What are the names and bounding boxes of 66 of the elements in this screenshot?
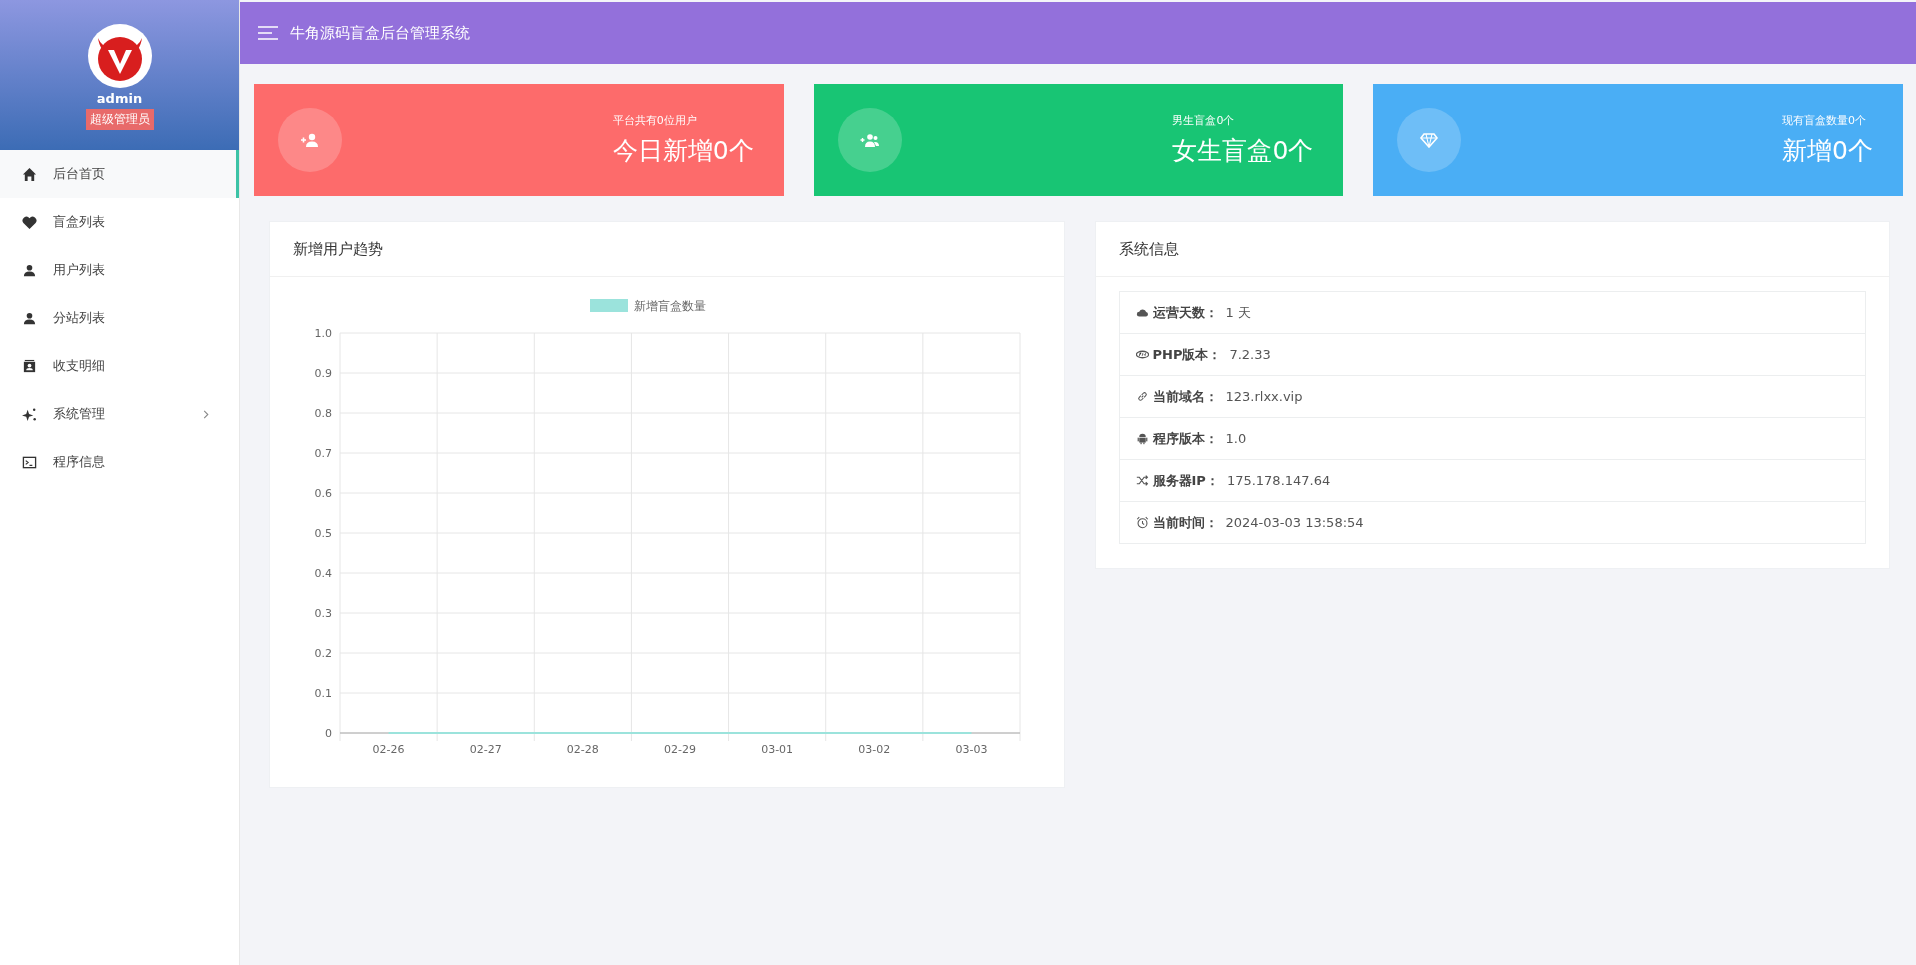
y-tick-label: 0.8 [314,407,332,420]
info-value: 1 天 [1225,303,1251,322]
alarm-clock-icon [1135,516,1149,529]
y-tick-label: 1.0 [314,327,332,340]
info-value: 1.0 [1225,431,1247,446]
android-icon [1135,432,1149,445]
role-badge: 超级管理员 [85,109,154,130]
user-name: admin [96,91,143,106]
cloud-icon [1135,306,1149,319]
sidebar-item[interactable]: 程序信息 [0,438,239,486]
shuffle-icon [1135,474,1149,487]
y-tick-label: 0.1 [314,687,332,700]
person-icon [22,262,37,278]
y-tick-label: 0.4 [314,567,332,580]
info-label: 当前域名： [1152,387,1218,406]
link-icon [1135,390,1149,403]
chevron-icon [203,409,209,419]
x-tick-label: 02-29 [664,743,696,756]
contact-card-icon [22,358,37,374]
stat-value: 今日新增0个 [612,135,754,167]
person-icon [22,310,37,326]
bull-logo-icon [87,24,152,88]
stat-value: 女生盲盒0个 [1172,135,1314,167]
sparkles-icon [22,406,37,422]
info-value: 175.178.147.64 [1226,473,1331,488]
x-tick-label: 02-27 [469,743,502,756]
sidebar-item[interactable]: 系统管理 [0,390,239,438]
info-value: 2024-03-03 13:58:54 [1225,515,1364,530]
sidebar-item[interactable]: 后台首页 [0,150,239,198]
y-tick-label: 0.3 [314,607,332,620]
info-label: 当前时间： [1152,513,1218,532]
panel-title: 新增用户趋势 [270,222,1064,277]
x-tick-label: 03-01 [761,743,794,756]
stat-caption: 男生盲盒0个 [1172,113,1236,128]
y-tick-label: 0.7 [314,447,332,460]
info-value: 123.rlxx.vip [1225,389,1303,404]
info-value: 7.2.33 [1229,347,1271,362]
app-title: 牛角源码盲盒后台管理系统 [290,23,470,43]
stat-value: 新增0个 [1782,135,1873,167]
sidebar-item[interactable]: 收支明细 [0,342,239,390]
x-tick-label: 02-26 [372,743,405,756]
stat-caption: 现有盲盒数量0个 [1782,113,1868,128]
sidebar-item[interactable]: 用户列表 [0,246,239,294]
y-tick-label: 0.9 [314,367,332,380]
y-tick-label: 0 [325,727,332,740]
info-label: 程序版本： [1152,429,1218,448]
sidebar-item[interactable]: 盲盒列表 [0,198,239,246]
terminal-icon [22,454,37,470]
sidebar-item[interactable]: 分站列表 [0,294,239,342]
info-label: 服务器IP： [1152,471,1219,490]
panel-title: 系统信息 [1095,222,1889,277]
php-icon [1135,348,1149,361]
home-icon [22,166,37,182]
y-tick-label: 0.6 [314,487,332,500]
x-tick-label: 02-28 [566,743,599,756]
stat-caption: 平台共有0位用户 [612,113,698,128]
heart-icon [22,214,37,230]
x-tick-label: 03-03 [955,743,988,756]
legend-label: 新增盲盒数量 [634,299,706,313]
info-label: PHP版本： [1152,345,1222,364]
y-tick-label: 0.2 [314,647,332,660]
legend-item[interactable]: 新增盲盒数量 [590,299,706,313]
menu-icon[interactable] [258,26,278,40]
x-tick-label: 03-02 [858,743,891,756]
y-tick-label: 0.5 [314,527,332,540]
info-label: 运营天数： [1152,303,1218,322]
